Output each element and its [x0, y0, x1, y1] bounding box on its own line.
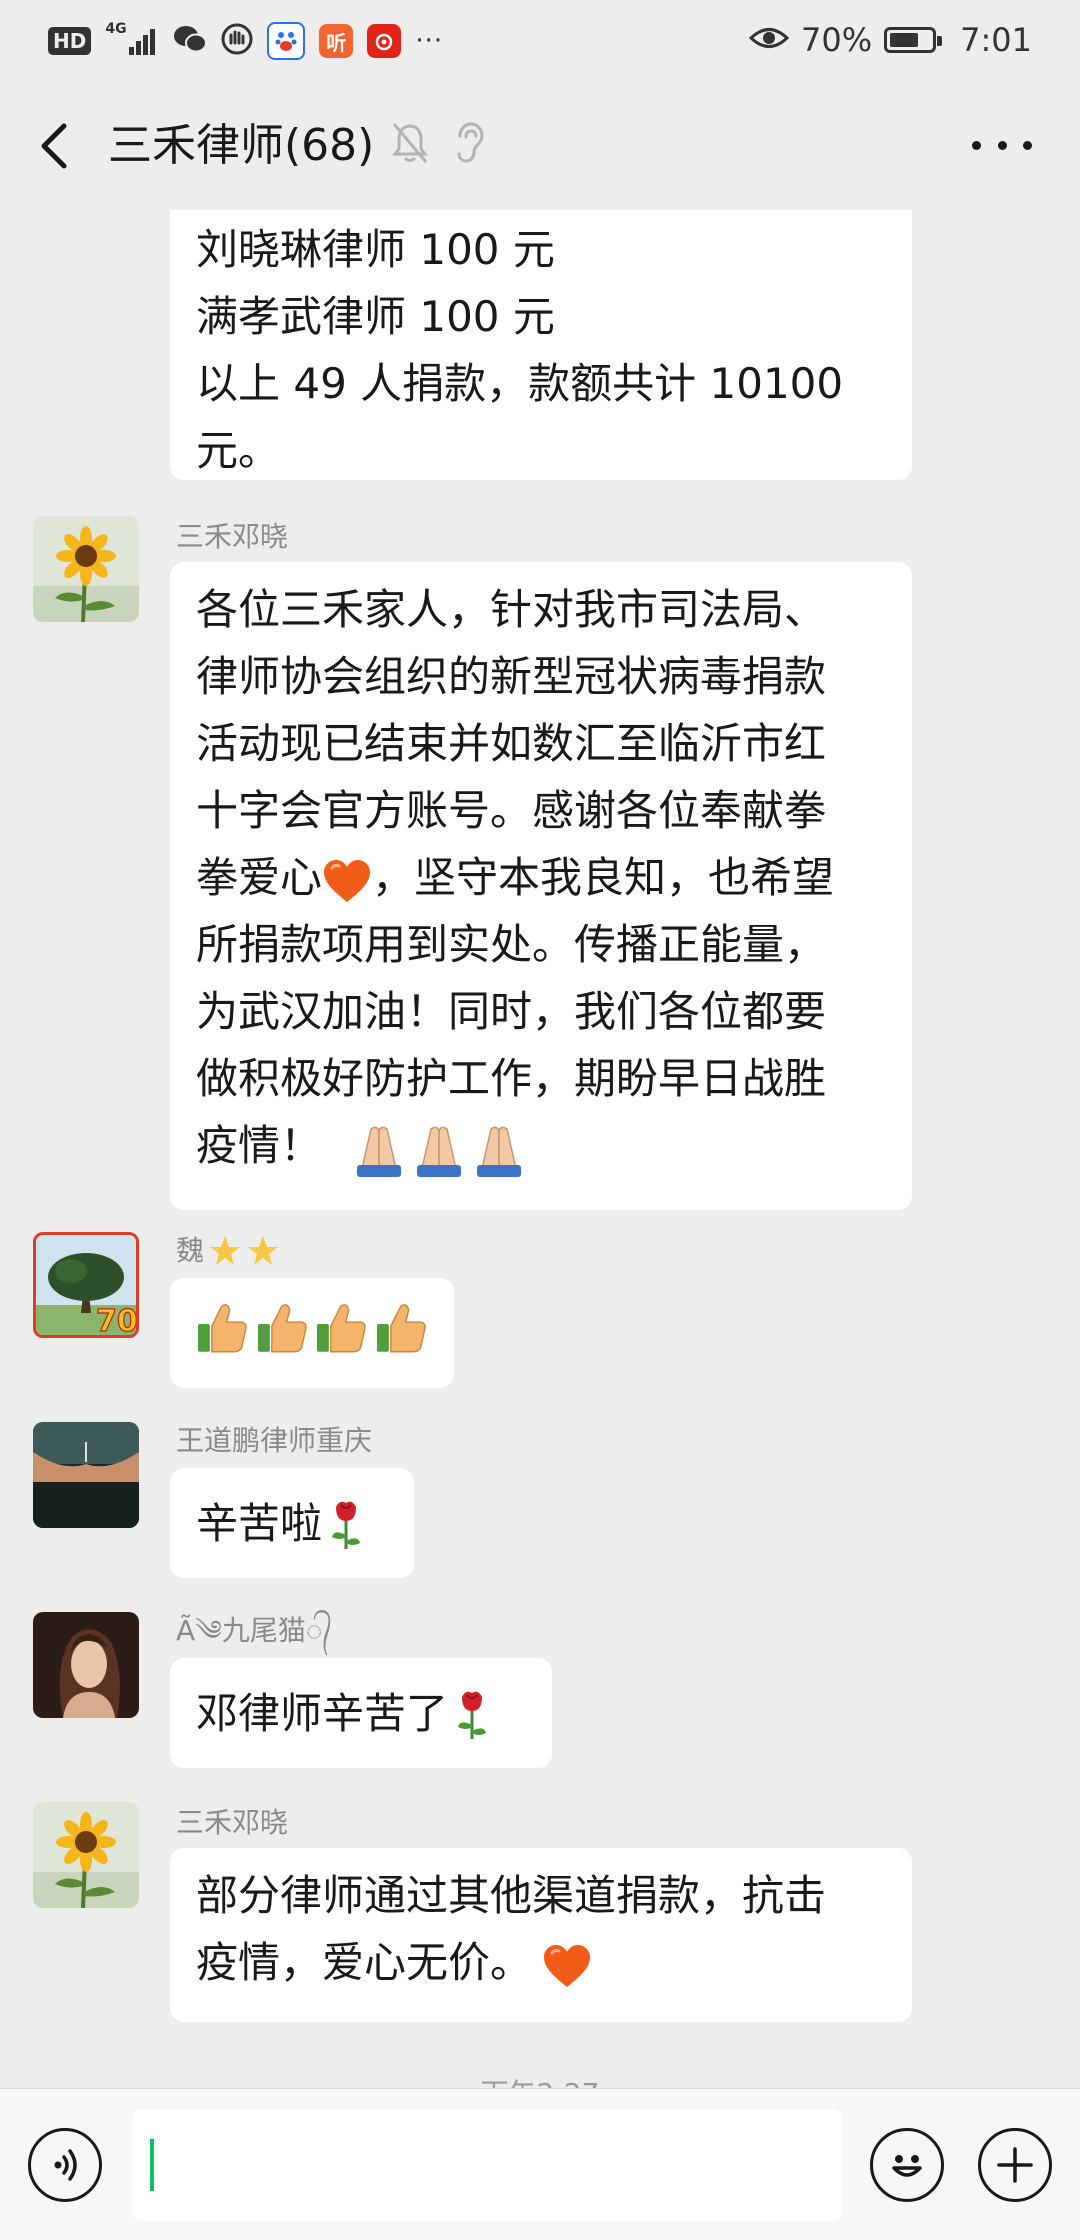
status-bar: HD 4G 听 ··· 70% 7:01	[0, 0, 1080, 80]
message-text: 疫情，爱心无价。	[196, 1938, 533, 1987]
network-label: 4G	[105, 21, 127, 37]
message-input[interactable]	[132, 2109, 842, 2221]
sender-name: 三禾邓晓	[176, 1806, 289, 1839]
timestamp: 下午2:27	[0, 2072, 1080, 2088]
back-icon	[41, 123, 67, 169]
message-bubble[interactable]: 各位三禾家人，针对我市司法局、 律师协会组织的新型冠状病毒捐款 活动现已结束并如…	[170, 562, 912, 1210]
mute-bell-icon	[391, 122, 429, 168]
more-dot	[972, 140, 981, 150]
message-line: 部分律师通过其他渠道捐款，抗击	[196, 1871, 827, 1920]
more-notifications: ···	[415, 26, 444, 56]
listen-app-icon: 听	[319, 24, 354, 58]
star-emoji-icon	[210, 1236, 241, 1265]
sender-name: Ã༄九尾猫᭄	[176, 1614, 333, 1647]
message-line: 十字会官方账号。感谢各位奉献拳	[196, 786, 827, 835]
message-line: 刘晓琳律师 100 元	[196, 225, 555, 274]
status-left: HD 4G 听 ···	[48, 20, 443, 62]
text-caret	[150, 2139, 154, 2191]
sender-name: 三禾邓晓	[176, 520, 289, 553]
portrait-avatar[interactable]	[33, 1612, 139, 1718]
earpiece-icon	[454, 122, 484, 168]
emoji-icon	[892, 2155, 922, 2177]
message-text: 拳爱心	[196, 853, 323, 902]
chat-title: 三禾律师(68)	[108, 120, 375, 171]
message-line: 各位三禾家人，针对我市司法局、	[196, 585, 827, 634]
message-bubble[interactable]: 辛苦啦	[170, 1468, 414, 1578]
sunflower-avatar[interactable]	[33, 1802, 139, 1908]
signal-icon: 4G	[105, 21, 159, 59]
message-line: 活动现已结束并如数汇至临沂市红	[196, 719, 827, 768]
message-text: 疫情！	[196, 1121, 323, 1170]
hand-app-icon	[221, 23, 253, 59]
more-dot	[1023, 140, 1032, 150]
message-line: 拳爱心 ，坚守本我良知，也希望	[196, 844, 886, 911]
message-bubble[interactable]: 邓律师辛苦了	[170, 1658, 552, 1768]
chat-header: 三禾律师(68)	[0, 80, 1080, 210]
message-list[interactable]: 刘晓琳律师 100 元 满孝武律师 100 元 以上 49 人捐款，款额共计 1…	[0, 210, 1080, 2088]
svg-text:70: 70	[96, 1304, 136, 1335]
message-bubble[interactable]	[170, 1278, 454, 1388]
message-text: ，坚守本我良知，也希望	[372, 853, 835, 902]
back-button[interactable]	[30, 116, 80, 176]
message-line: 满孝武律师 100 元	[196, 292, 555, 341]
netease-music-icon	[367, 24, 402, 58]
thumbs-up-emoji-icon	[316, 1304, 366, 1353]
battery-icon	[884, 27, 943, 53]
thumbs-up-emoji-icon	[376, 1304, 426, 1353]
battery-percent: 70%	[801, 21, 873, 59]
sender-name-text: 魏	[176, 1234, 205, 1267]
message-line: 疫情！	[196, 1112, 886, 1179]
emoji-button[interactable]	[870, 2128, 944, 2202]
baidu-app-icon	[267, 22, 306, 60]
rose-emoji-icon	[332, 1501, 361, 1549]
more-dot	[997, 140, 1007, 150]
plus-icon	[997, 2147, 1033, 2183]
sender-name: 魏	[176, 1234, 280, 1268]
wechat-icon	[173, 24, 208, 58]
star-emoji-icon	[248, 1236, 279, 1265]
message-bubble[interactable]: 部分律师通过其他渠道捐款，抗击 疫情，爱心无价。	[170, 1848, 912, 2022]
thumbs-up-emoji-icon	[197, 1304, 247, 1353]
hd-badge: HD	[48, 27, 92, 55]
praying-hands-emoji-icon	[336, 1121, 529, 1177]
message-line: 律师协会组织的新型冠状病毒捐款	[196, 652, 827, 701]
voice-icon	[54, 2149, 77, 2181]
message-line: 疫情，爱心无价。	[196, 1929, 886, 1996]
message-line: 所捐款项用到实处。传播正能量，	[196, 920, 827, 969]
clock: 7:01	[960, 21, 1032, 59]
input-bar	[0, 2088, 1080, 2240]
rose-emoji-icon	[458, 1691, 487, 1739]
sunflower-avatar[interactable]	[33, 516, 139, 622]
tree-70-avatar[interactable]: 70	[33, 1232, 139, 1338]
message-line: 以上 49 人捐款，款额共计 10100	[196, 359, 844, 408]
sender-name: 王道鹏律师重庆	[176, 1424, 373, 1457]
message-text: 辛苦啦	[196, 1498, 323, 1548]
plus-button[interactable]	[978, 2128, 1052, 2202]
thumbs-up-emoji-icon	[257, 1304, 307, 1353]
message-bubble[interactable]: 刘晓琳律师 100 元 满孝武律师 100 元 以上 49 人捐款，款额共计 1…	[170, 210, 912, 480]
voice-button[interactable]	[28, 2128, 102, 2202]
message-line: 元。	[196, 426, 281, 475]
landscape-avatar[interactable]	[33, 1422, 139, 1528]
status-right: 70% 7:01	[748, 18, 1032, 62]
message-line: 做积极好防护工作，期盼早日战胜	[196, 1054, 827, 1103]
heart-emoji-icon	[324, 859, 371, 902]
message-line: 为武汉加油！同时，我们各位都要	[196, 987, 827, 1036]
more-button[interactable]	[972, 120, 1032, 170]
heart-emoji-icon	[544, 1944, 591, 1987]
eye-comfort-icon	[748, 21, 790, 59]
message-text: 邓律师辛苦了	[196, 1688, 449, 1738]
header-status-icons	[391, 122, 484, 168]
